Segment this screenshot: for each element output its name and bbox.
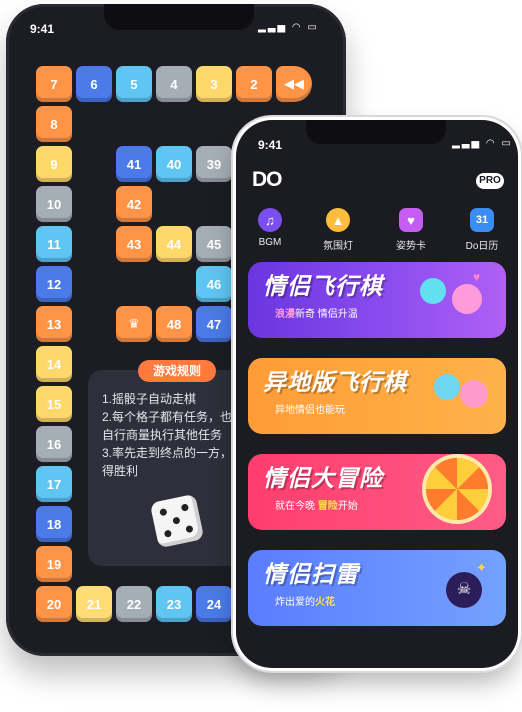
character-icon — [452, 284, 482, 314]
board-tile: 4 — [156, 66, 192, 102]
board-tile: 22 — [116, 586, 152, 622]
nav-item-bgm[interactable]: ♫ BGM — [244, 208, 296, 248]
dice-icon[interactable] — [149, 493, 205, 549]
card-title: 情侣扫雷 — [263, 561, 359, 587]
nav-label: 氛围灯 — [323, 241, 353, 252]
heart-card-icon: ♥ — [399, 208, 423, 232]
status-icons: ▂▃▅ ◠ ▭ — [258, 22, 319, 33]
nav-item-cards[interactable]: ♥ 姿势卡 — [385, 208, 437, 252]
rule-line: 2.每个格子都有任务，也 — [102, 410, 233, 424]
card-subtitle: 浪漫新奇 情侣升温 — [275, 309, 358, 320]
board-tile: 44 — [156, 226, 192, 262]
lamp-icon: ▲ — [326, 208, 350, 232]
board-tile: 2 — [236, 66, 272, 102]
board-tile: 14 — [36, 346, 72, 382]
phone-notch — [306, 120, 446, 144]
app-logo: DO — [252, 168, 282, 191]
board-tile: 47 — [196, 306, 232, 342]
board-tile: 39 — [196, 146, 232, 182]
nav-label: Do日历 — [465, 241, 499, 252]
board-tile: 7 — [36, 66, 72, 102]
card-title: 情侣飞行棋 — [263, 273, 383, 299]
start-arrow-icon: ◀◀ — [276, 66, 312, 102]
status-time: 9:41 — [30, 22, 55, 36]
board-tile: 3 — [196, 66, 232, 102]
rule-line: 自行商量执行其他任务 — [102, 428, 223, 442]
board-tile: 16 — [36, 426, 72, 462]
card-couple-adventure[interactable]: 情侣大冒险 就在今晚 冒险开始 — [248, 454, 506, 530]
card-subtitle: 异地情侣也能玩 — [275, 405, 345, 416]
board-tile: 11 — [36, 226, 72, 262]
board-tile: 12 — [36, 266, 72, 302]
card-title: 情侣大冒险 — [263, 465, 383, 491]
board-tile: 10 — [36, 186, 72, 222]
card-longdistance-ludo[interactable]: 异地版飞行棋 异地情侣也能玩 — [248, 358, 506, 434]
spark-icon: ✦ — [476, 560, 487, 575]
board-tile: 6 — [76, 66, 112, 102]
board-tile: 40 — [156, 146, 192, 182]
card-couple-minesweeper[interactable]: 情侣扫雷 炸出爱的火花 ☠ ✦ — [248, 550, 506, 626]
character-icon — [420, 278, 446, 304]
character-icon — [434, 374, 460, 400]
board-tile: 43 — [116, 226, 152, 262]
rule-line: 3.率先走到终点的一方， — [102, 446, 233, 460]
card-couple-ludo[interactable]: 情侣飞行棋 浪漫新奇 情侣升温 ♥ — [248, 262, 506, 338]
pro-badge[interactable]: PRO — [476, 173, 504, 189]
board-tile: 5 — [116, 66, 152, 102]
nav-label: 姿势卡 — [396, 241, 426, 252]
card-subtitle: 炸出爱的火花 — [275, 597, 335, 608]
crown-icon: ♛ — [116, 306, 152, 342]
board-tile: 41 — [116, 146, 152, 182]
board-tile: 18 — [36, 506, 72, 542]
heart-icon: ♥ — [473, 270, 481, 284]
board-tile: 21 — [76, 586, 112, 622]
rule-line: 得胜利 — [102, 464, 139, 478]
board-tile: 24 — [196, 586, 232, 622]
character-icon — [460, 380, 488, 408]
board-tile: 48 — [156, 306, 192, 342]
board-tile: 23 — [156, 586, 192, 622]
board-tile: 8 — [36, 106, 72, 142]
board-tile: 13 — [36, 306, 72, 342]
board-tile: 19 — [36, 546, 72, 582]
spin-wheel-icon — [426, 458, 488, 520]
calendar-icon: 31 — [470, 208, 494, 232]
board-tile: 15 — [36, 386, 72, 422]
status-time: 9:41 — [258, 138, 283, 152]
front-phone-screen: 9:41 ▂▃▅ ◠ ▭ DO PRO ♫ BGM ▲ 氛围灯 ♥ 姿势卡 31… — [236, 120, 518, 668]
vinyl-music-icon: ♫ — [258, 208, 282, 232]
board-tile: 20 — [36, 586, 72, 622]
phone-notch — [104, 4, 254, 30]
board-tile: 17 — [36, 466, 72, 502]
board-tile: 9 — [36, 146, 72, 182]
nav-item-calendar[interactable]: 31 Do日历 — [456, 208, 508, 252]
board-tile: 46 — [196, 266, 232, 302]
nav-item-lamp[interactable]: ▲ 氛围灯 — [312, 208, 364, 252]
bomb-skull-icon: ☠ — [446, 572, 482, 608]
board-tile: 42 — [116, 186, 152, 222]
card-title: 异地版飞行棋 — [263, 369, 407, 395]
rules-title: 游戏规则 — [138, 360, 216, 382]
nav-label: BGM — [258, 237, 282, 248]
status-icons: ▂▃▅ ◠ ▭ — [452, 138, 513, 149]
card-subtitle: 就在今晚 冒险开始 — [275, 501, 358, 512]
board-tile: 45 — [196, 226, 232, 262]
rule-line: 1.摇骰子自动走棋 — [102, 392, 197, 406]
